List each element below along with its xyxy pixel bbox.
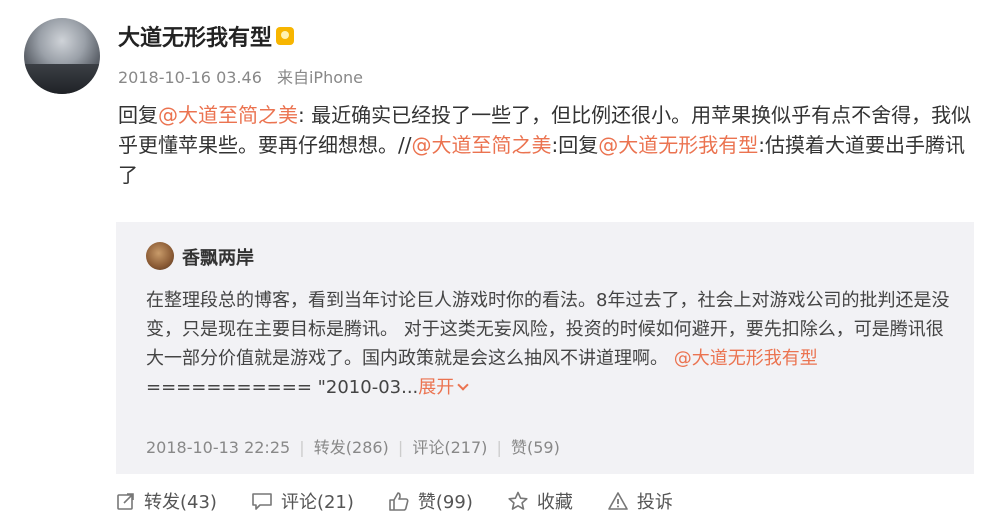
mention-link[interactable]: @大道无形我有型: [674, 348, 818, 369]
repost-button[interactable]: 转发(43): [116, 488, 217, 514]
star-icon: [508, 491, 528, 510]
post-content: 回复@大道至简之美: 最近确实已经投了一些了，但比例还很小。用苹果换似乎有点不舍…: [118, 100, 978, 190]
repost-avatar[interactable]: [146, 242, 174, 270]
avatar[interactable]: [24, 18, 100, 94]
share-icon: [117, 493, 134, 510]
mention-link[interactable]: @大道至简之美: [158, 103, 298, 127]
like-label: 赞(99): [417, 492, 473, 513]
favorite-button[interactable]: 收藏: [507, 488, 573, 514]
favorite-label: 收藏: [536, 492, 573, 513]
thumbs-up-icon: [389, 492, 409, 511]
repost-timestamp[interactable]: 2018-10-13 22:25: [146, 438, 290, 457]
repost-content: 在整理段总的博客，看到当年讨论巨人游戏时你的看法。8年过去了，社会上对游戏公司的…: [146, 286, 956, 402]
comment-icon: [252, 493, 272, 510]
reply-prefix: 回复: [118, 103, 158, 127]
repost-username[interactable]: 香飘两岸: [182, 244, 254, 270]
repost-label: 转发(43): [144, 492, 217, 513]
expand-button[interactable]: 展开: [418, 377, 469, 398]
post-meta: 2018-10-16 03.46 来自iPhone: [118, 64, 373, 88]
like-count-link[interactable]: 赞(59): [511, 438, 560, 457]
comment-count-link[interactable]: 评论(217): [412, 438, 487, 457]
repost-text: 在整理段总的博客，看到当年讨论巨人游戏时你的看法。8年过去了，社会上对游戏公司的…: [146, 290, 950, 369]
comment-button[interactable]: 评论(21): [251, 488, 354, 514]
chevron-down-icon: [457, 379, 469, 391]
mention-link[interactable]: @大道无形我有型: [598, 133, 758, 157]
warning-icon: [608, 492, 628, 510]
expand-label: 展开: [418, 377, 455, 398]
mention-link[interactable]: @大道至简之美: [411, 133, 551, 157]
divider: |: [299, 438, 305, 457]
repost-text-tail: =========== "2010-03...: [146, 377, 419, 398]
vip-badge-icon: [276, 27, 294, 45]
reposted-card: 香飘两岸 在整理段总的博客，看到当年讨论巨人游戏时你的看法。8年过去了，社会上对…: [116, 222, 974, 474]
report-label: 投诉: [636, 492, 673, 513]
post-source: 来自iPhone: [276, 68, 363, 87]
repost-count-link[interactable]: 转发(286): [314, 438, 389, 457]
like-button[interactable]: 赞(99): [388, 488, 473, 514]
post-timestamp[interactable]: 2018-10-16 03.46: [118, 68, 262, 87]
comment-label: 评论(21): [280, 492, 354, 513]
report-button[interactable]: 投诉: [607, 488, 673, 514]
repost-meta: 2018-10-13 22:25 | 转发(286) | 评论(217) | 赞…: [146, 434, 560, 458]
divider: |: [397, 438, 404, 457]
action-bar: 转发(43) 评论(21) 赞(99) 收藏 投诉: [116, 488, 707, 514]
divider: |: [496, 438, 502, 457]
username[interactable]: 大道无形我有型: [118, 20, 272, 52]
post-text: :回复: [551, 133, 599, 157]
